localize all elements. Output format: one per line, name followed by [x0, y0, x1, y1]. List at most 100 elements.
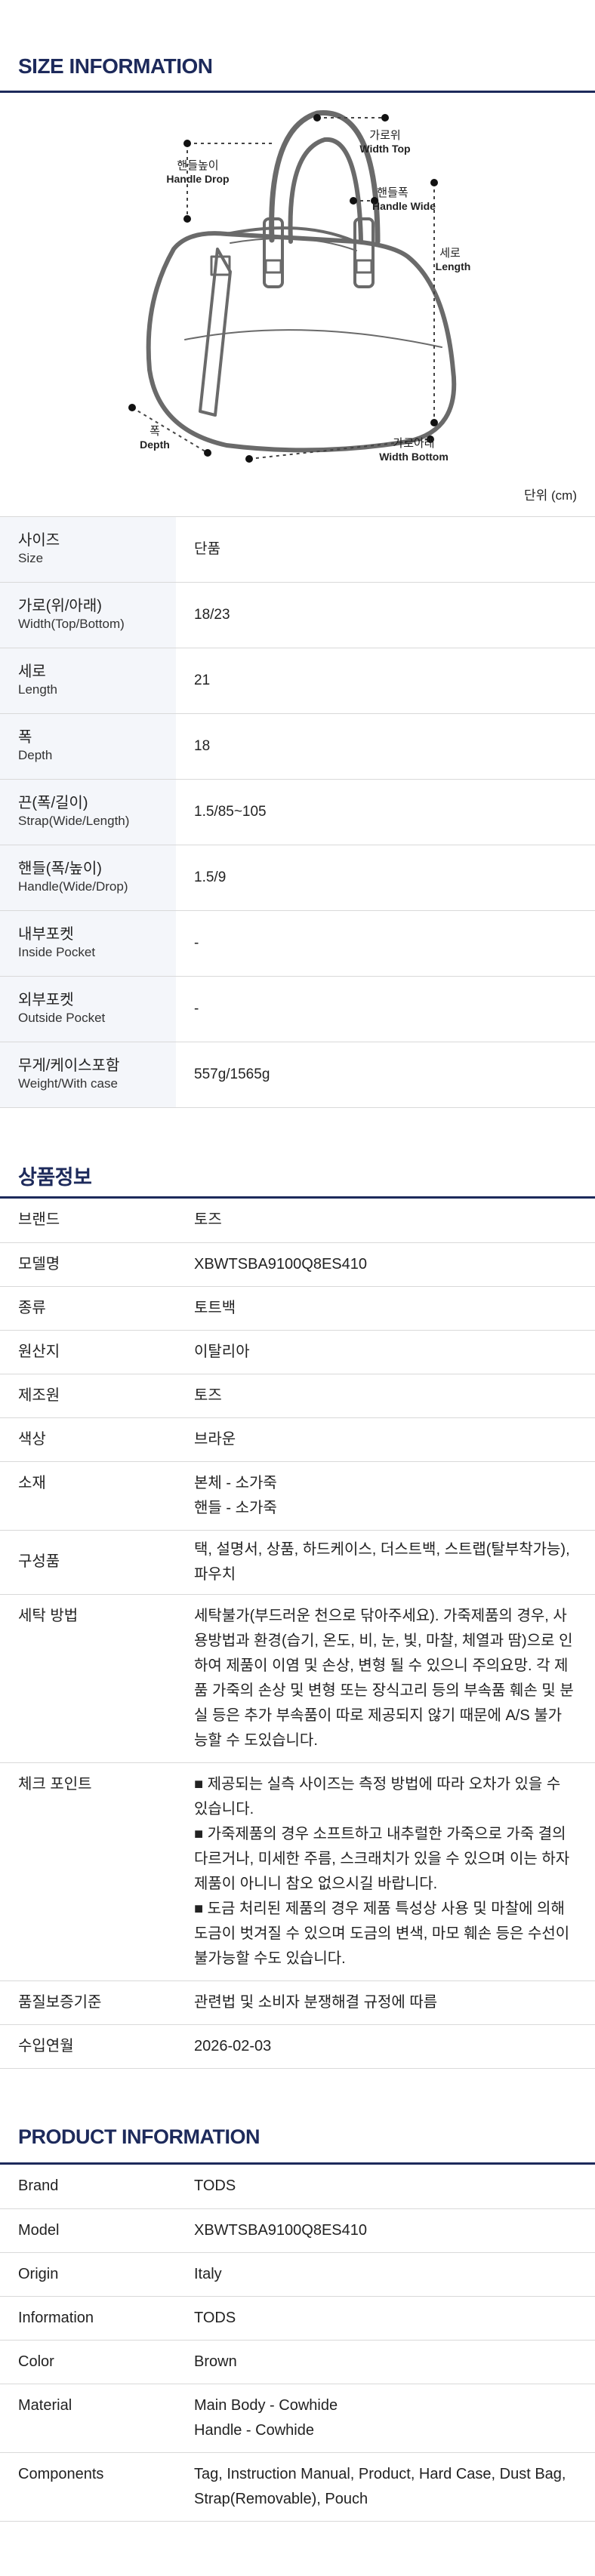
product_en-value-line: Handle - Cowhide	[194, 2421, 314, 2439]
size-row-value: 1.5/9	[176, 845, 595, 911]
product-ko-header: 상품정보	[0, 1147, 595, 1202]
product-en-header: PRODUCT INFORMATION	[0, 2113, 595, 2168]
product_ko-label: 구성품	[0, 1530, 176, 1595]
product_en-label: Color	[0, 2340, 176, 2384]
size-row-label-en: Inside Pocket	[18, 945, 96, 959]
product_ko-label: 모델명	[0, 1242, 176, 1287]
product_ko-row: 색상 브라운	[0, 1417, 595, 1462]
product_ko-value-line: 세탁불가(부드러운 천으로 닦아주세요). 가죽제품의 경우, 사용방법과 환경…	[194, 1607, 574, 1749]
product_ko-row: 수입연월 2026-02-03	[0, 2024, 595, 2069]
size-row-label-en: Depth	[18, 748, 53, 762]
product_en-row: Brand TODS	[0, 2165, 595, 2209]
size-row-label: 무게/케이스포함 Weight/With case	[0, 1042, 176, 1108]
product_en-value: Tag, Instruction Manual, Product, Hard C…	[176, 2452, 595, 2522]
size-row-label: 내부포켓 Inside Pocket	[0, 910, 176, 977]
label-width-top-ko: 가로위	[369, 129, 400, 142]
product-ko-table: 브랜드 토즈 모델명 XBWTSBA9100Q8ES410 종류 토트백 원산지 이탈리아 제조…	[0, 1199, 595, 2069]
product_en-row: Components Tag, Instruction Manual, Produ…	[0, 2452, 595, 2522]
label-handle-wide-ko: 핸들폭	[377, 186, 408, 199]
size-row-value: 557g/1565g	[176, 1042, 595, 1108]
product_en-row: Material Main Body - Cowhide Handle - Cowh…	[0, 2384, 595, 2453]
product_ko-label: 원산지	[0, 1330, 176, 1374]
product-en-title: PRODUCT INFORMATION	[18, 2125, 260, 2148]
label-width-bottom-ko: 가로아래	[393, 437, 434, 450]
product_en-value-line: TODS	[194, 2309, 236, 2326]
product_en-label: Model	[0, 2208, 176, 2253]
label-handle-drop-ko: 핸들높이	[177, 159, 218, 172]
product_ko-row: 제조원 토즈	[0, 1374, 595, 1418]
size-row-label-ko: 내부포켓	[18, 926, 74, 943]
product_en-row: Information TODS	[0, 2296, 595, 2341]
size-row-label-en: Handle(Wide/Drop)	[18, 879, 128, 894]
product_en-label: Material	[0, 2384, 176, 2453]
product_ko-value-line: ■ 가죽제품의 경우 소프트하고 내추럴한 가죽으로 가죽 결의 다르거나, 미…	[194, 1825, 570, 1892]
size-info-header: SIZE INFORMATION	[0, 0, 595, 98]
size-row-label: 세로 Length	[0, 648, 176, 714]
size-row-value: 21	[176, 648, 595, 714]
product_ko-value-line: 택, 설명서, 상품, 하드케이스, 더스트백, 스트랩(탈부착가능), 파우치	[194, 1540, 570, 1583]
product_ko-value: 택, 설명서, 상품, 하드케이스, 더스트백, 스트랩(탈부착가능), 파우치	[176, 1530, 595, 1595]
bag-body-shape	[146, 231, 457, 453]
product_ko-row: 체크 포인트 ■ 제공되는 실측 사이즈는 측정 방법에 따라 오차가 있을 수 …	[0, 1762, 595, 1981]
product_en-value: Main Body - Cowhide Handle - Cowhide	[176, 2384, 595, 2453]
size-row: 내부포켓 Inside Pocket -	[0, 910, 595, 977]
label-width-top-en: Width Top	[359, 143, 410, 155]
product_ko-row: 모델명 XBWTSBA9100Q8ES410	[0, 1242, 595, 1287]
product_ko-row: 소재 본체 - 소가죽 핸들 - 소가죽	[0, 1461, 595, 1531]
size-row-label-en: Length	[18, 682, 57, 697]
product_en-value-line: TODS	[194, 2177, 236, 2195]
product_en-value-line: XBWTSBA9100Q8ES410	[194, 2221, 368, 2239]
product_ko-value: ■ 제공되는 실측 사이즈는 측정 방법에 따라 오차가 있을 수 있습니다. ■…	[176, 1762, 595, 1981]
product_ko-value: XBWTSBA9100Q8ES410	[176, 1242, 595, 1287]
product_ko-label: 제조원	[0, 1374, 176, 1418]
product_ko-row: 원산지 이탈리아	[0, 1330, 595, 1374]
size-row-label: 사이즈 Size	[0, 516, 176, 583]
product_ko-value-line: 본체 - 소가죽	[194, 1474, 277, 1491]
product_en-row: Color Brown	[0, 2340, 595, 2384]
label-length-ko: 세로	[439, 247, 461, 260]
label-handle-drop-en: Handle Drop	[166, 173, 229, 185]
product_ko-row: 품질보증기준 관련법 및 소비자 분쟁해결 규정에 따름	[0, 1980, 595, 2025]
size-row-label: 폭 Depth	[0, 713, 176, 780]
size-row-label-en: Strap(Wide/Length)	[18, 814, 130, 828]
product_en-value: TODS	[176, 2296, 595, 2341]
product_ko-value-line: 관련법 및 소비자 분쟁해결 규정에 따름	[194, 1993, 438, 2011]
product_ko-value-line: 핸들 - 소가죽	[194, 1499, 277, 1516]
label-depth-ko: 폭	[150, 425, 160, 438]
size-row-value: 단품	[176, 516, 595, 583]
size-table: 사이즈 Size 단품 가로(위/아래) Width(Top/Bottom) 18/23 세…	[0, 516, 595, 1108]
product_ko-value-line: ■ 도금 처리된 제품의 경우 제품 특성상 사용 및 마찰에 의해 도금이 벗…	[194, 1900, 570, 1967]
product_ko-value: 본체 - 소가죽핸들 - 소가죽	[176, 1461, 595, 1531]
product_ko-label: 종류	[0, 1286, 176, 1331]
product_en-value: TODS	[176, 2165, 595, 2209]
size-info-title-rule	[0, 91, 595, 93]
product_ko-value-line: 토트백	[194, 1299, 236, 1316]
size-row-label-en: Size	[18, 551, 44, 565]
product_ko-value: 이탈리아	[176, 1330, 595, 1374]
size-row-value: 18/23	[176, 582, 595, 648]
label-length-en: Length	[436, 260, 471, 272]
size-row-value: -	[176, 910, 595, 977]
product_ko-value-line: 브라운	[194, 1430, 236, 1448]
size-row: 폭 Depth 18	[0, 713, 595, 780]
size-row-value: -	[176, 976, 595, 1042]
size-row-label-ko: 핸들(폭/높이)	[18, 860, 102, 877]
size-row-label: 끈(폭/길이) Strap(Wide/Length)	[0, 779, 176, 845]
product_en-row: Model XBWTSBA9100Q8ES410	[0, 2208, 595, 2253]
product-ko-title: 상품정보	[18, 1166, 92, 1189]
size-row-value: 18	[176, 713, 595, 780]
product_en-value-line: Tag, Instruction Manual, Product, Hard C…	[194, 2465, 566, 2507]
product_en-value-line: Italy	[194, 2265, 222, 2282]
size-row-label-en: Weight/With case	[18, 1076, 118, 1091]
product_en-label: Information	[0, 2296, 176, 2341]
size-row-label-ko: 세로	[18, 663, 46, 680]
product_en-label: Origin	[0, 2252, 176, 2297]
product_ko-row: 종류 토트백	[0, 1286, 595, 1331]
product-en-table: Brand TODS Model XBWTSBA9100Q8ES410 Origin It…	[0, 2165, 595, 2522]
product_ko-label: 브랜드	[0, 1199, 176, 1243]
size-row-label-en: Outside Pocket	[18, 1011, 106, 1025]
product_en-label: Brand	[0, 2165, 176, 2209]
product_ko-label: 체크 포인트	[0, 1762, 176, 1981]
label-width-bottom-en: Width Bottom	[379, 451, 449, 463]
size-row-label-ko: 사이즈	[18, 532, 60, 549]
